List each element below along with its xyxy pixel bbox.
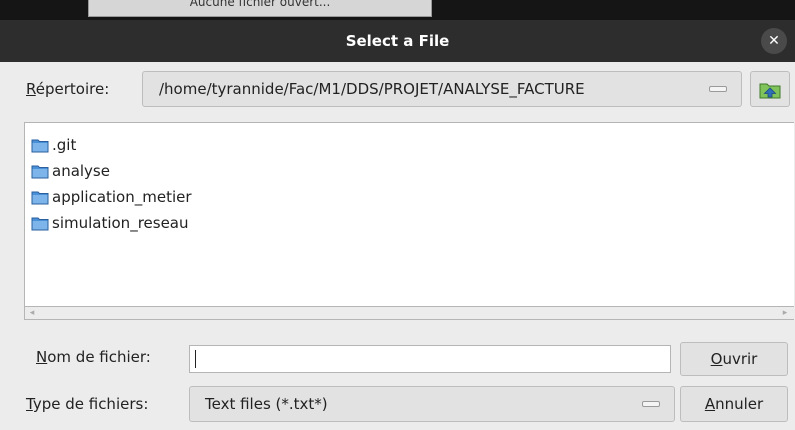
list-item[interactable]: .git [31,135,76,155]
open-button[interactable]: Ouvrir [680,342,788,376]
directory-combo[interactable]: /home/tyrannide/Fac/M1/DDS/PROJET/ANALYS… [142,71,742,107]
close-button[interactable]: ✕ [761,28,787,54]
folder-icon [31,139,49,152]
background-window: Aucune fichier ouvert... [0,0,795,20]
parent-directory-button[interactable] [750,71,790,107]
text-caret [195,350,196,368]
folder-icon [31,165,49,178]
background-tab-text: Aucune fichier ouvert... [189,0,331,9]
filetype-label: Type de fichiers: [26,395,148,413]
combo-arrow-icon [709,86,727,92]
dialog-title: Select a File [345,32,450,50]
file-list[interactable]: .git analyse application_metier simulati… [24,122,794,319]
filetype-select[interactable]: Text files (*.txt*) [189,386,675,422]
filetype-selected: Text files (*.txt*) [205,395,328,413]
directory-path: /home/tyrannide/Fac/M1/DDS/PROJET/ANALYS… [159,80,585,98]
horizontal-scrollbar[interactable]: ◂ ▸ [24,306,794,320]
combo-arrow-icon [642,401,660,407]
folder-icon [31,217,49,230]
open-button-label: uvrir [722,350,758,368]
list-item[interactable]: application_metier [31,187,192,207]
cancel-button[interactable]: Annuler [680,386,788,422]
directory-label-text: épertoire: [35,80,110,98]
file-name: analyse [52,162,110,180]
filetype-label-text: ype de fichiers: [32,395,149,413]
open-button-mnemonic: O [710,350,723,368]
filename-label: Nom de fichier: [36,348,151,366]
file-name: .git [52,136,77,154]
list-item[interactable]: simulation_reseau [31,213,189,233]
folder-up-icon [759,83,781,99]
close-icon: ✕ [768,33,780,49]
filename-label-text: om de fichier: [47,348,151,366]
filename-input[interactable] [189,345,671,373]
folder-icon [31,191,49,204]
scroll-left-icon[interactable]: ◂ [27,308,37,318]
cancel-button-mnemonic: A [704,395,716,413]
file-name: application_metier [52,188,192,206]
dialog-titlebar: Select a File ✕ [0,20,795,62]
directory-label-mnemonic: R [26,80,36,98]
background-tab: Aucune fichier ouvert... [88,0,432,17]
file-name: simulation_reseau [52,214,189,232]
directory-label: Répertoire: [26,80,109,98]
cancel-button-label: nnuler [715,395,764,413]
list-item[interactable]: analyse [31,161,110,181]
filename-label-mnemonic: N [36,348,48,366]
filetype-label-mnemonic: T [26,395,33,413]
scroll-right-icon[interactable]: ▸ [780,308,790,318]
file-dialog: Select a File ✕ Répertoire: /home/tyrann… [0,20,795,430]
